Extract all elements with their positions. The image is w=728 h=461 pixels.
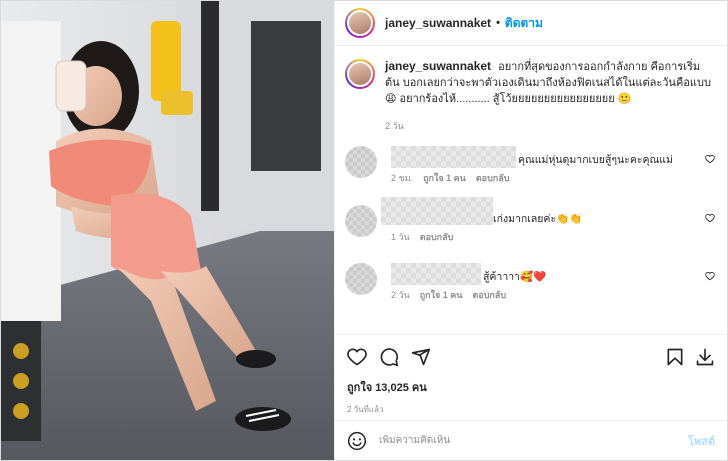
gym-selfie-image xyxy=(1,1,334,460)
add-comment-bar: โพสต์ xyxy=(335,420,727,460)
comment-avatar-blurred[interactable] xyxy=(345,146,377,178)
comment-text: คุณแม่หุ่นดุมากเบยสู้ๆนะคะคุณแม่ xyxy=(518,154,673,166)
author-avatar[interactable] xyxy=(345,8,375,38)
comment-item: คุณแม่หุ่นดุมากเบยสู้ๆนะคะคุณแม่ 2 ชม. ถ… xyxy=(345,146,717,186)
comment-text: สู้ค้าาาา🥰❤️ xyxy=(483,271,547,283)
post-actions: ถูกใจ 13,025 คน 2 วันที่แล้ว xyxy=(335,334,727,416)
separator-dot: • xyxy=(496,17,500,29)
comment-likes[interactable]: ถูกใจ 1 คน xyxy=(423,171,466,185)
comment-item: เก่งมากเลยค่ะ👏👏 1 วัน ตอบกลับ xyxy=(345,197,717,245)
comment-icon[interactable] xyxy=(379,347,399,367)
comment-reply-button[interactable]: ตอบกลับ xyxy=(472,288,506,302)
author-username[interactable]: janey_suwannaket xyxy=(385,16,491,30)
caption-username[interactable]: janey_suwannaket xyxy=(385,59,491,73)
post-caption: janey_suwannaket อยากที่สุดของการออกกำลั… xyxy=(335,46,727,134)
post-header: janey_suwannaket • ติดตาม xyxy=(335,1,727,46)
comment-username-blurred[interactable] xyxy=(391,146,516,168)
comment-avatar-blurred[interactable] xyxy=(345,205,377,237)
comment-heart-icon[interactable] xyxy=(705,271,715,281)
post-comment-button[interactable]: โพสต์ xyxy=(688,432,715,450)
comment-reply-button[interactable]: ตอบกลับ xyxy=(476,171,510,185)
instagram-post-window: janey_suwannaket • ติดตาม janey_suwannak… xyxy=(0,0,728,461)
emoji-icon[interactable] xyxy=(347,431,367,451)
comment-time[interactable]: 2 วัน xyxy=(391,288,410,302)
share-icon[interactable] xyxy=(411,347,431,367)
bookmark-icon[interactable] xyxy=(665,347,685,367)
comment-heart-icon[interactable] xyxy=(705,213,715,223)
comment-time[interactable]: 1 วัน xyxy=(391,230,410,244)
heart-icon[interactable] xyxy=(347,347,367,367)
comment-time[interactable]: 2 ชม. xyxy=(391,171,413,185)
follow-button[interactable]: ติดตาม xyxy=(505,14,543,33)
comment-likes[interactable]: ถูกใจ 1 คน xyxy=(420,288,463,302)
comment-text: เก่งมากเลยค่ะ👏👏 xyxy=(493,213,583,225)
comment-input[interactable] xyxy=(379,435,688,446)
comment-username-blurred[interactable] xyxy=(391,263,481,285)
comment-reply-button[interactable]: ตอบกลับ xyxy=(420,230,454,244)
comment-avatar-blurred[interactable] xyxy=(345,263,377,295)
comment-item: สู้ค้าาาา🥰❤️ 2 วัน ถูกใจ 1 คน ตอบกลับ xyxy=(345,263,717,303)
post-photo[interactable] xyxy=(1,1,334,460)
comment-heart-icon[interactable] xyxy=(705,154,715,164)
like-count[interactable]: ถูกใจ 13,025 คน xyxy=(347,378,715,396)
caption-avatar[interactable] xyxy=(345,59,375,89)
caption-timestamp[interactable]: 2 วัน xyxy=(385,118,713,134)
download-icon[interactable] xyxy=(695,347,715,367)
post-side-panel: janey_suwannaket • ติดตาม janey_suwannak… xyxy=(334,1,727,460)
comment-username-blurred[interactable] xyxy=(381,197,493,225)
post-timestamp[interactable]: 2 วันที่แล้ว xyxy=(347,403,715,416)
